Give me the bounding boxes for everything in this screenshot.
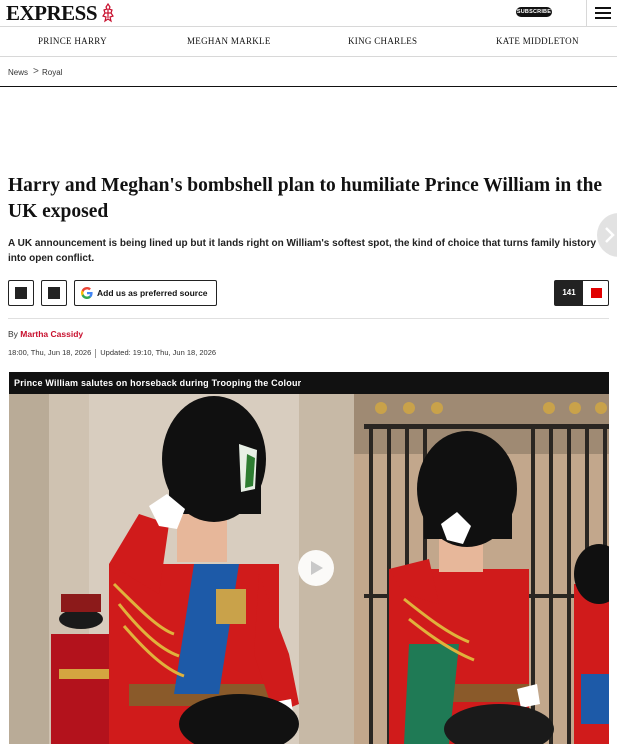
google-preferred-source-button[interactable]: Add us as preferred source (74, 280, 217, 306)
nav-item-prince-harry[interactable]: PRINCE HARRY (38, 36, 107, 46)
share-icon (48, 287, 60, 299)
nav-item-king-charles[interactable]: KING CHARLES (348, 36, 417, 46)
updated-time: Updated: 19:10, Thu, Jun 18, 2026 (100, 348, 217, 357)
date-separator (95, 348, 97, 358)
google-icon (81, 287, 93, 299)
play-icon (311, 561, 323, 575)
article-actions: Add us as preferred source 141 (0, 280, 617, 307)
chevron-right-icon (605, 227, 615, 243)
article-dates: 18:00, Thu, Jun 18, 2026 Updated: 19:10, … (8, 348, 216, 358)
breadcrumb: News > Royal (0, 57, 617, 87)
crusader-crest-icon (102, 3, 114, 23)
menu-divider (586, 0, 587, 27)
author-link[interactable]: Martha Cassidy (20, 329, 83, 339)
article-standfirst: A UK announcement is being lined up but … (8, 238, 597, 264)
published-time: 18:00, Thu, Jun 18, 2026 (8, 348, 92, 357)
hamburger-icon[interactable] (595, 7, 611, 19)
article-headline: Harry and Meghan's bombshell plan to hum… (8, 175, 603, 222)
breadcrumb-royal[interactable]: Royal (42, 68, 62, 77)
breadcrumb-news[interactable]: News (8, 68, 28, 77)
google-button-label: Add us as preferred source (97, 288, 208, 298)
share-icon (15, 287, 27, 299)
nav-item-kate-middleton[interactable]: KATE MIDDLETON (496, 36, 579, 46)
comments-button[interactable]: 141 (554, 280, 609, 306)
divider (8, 318, 609, 319)
topic-nav: PRINCE HARRY MEGHAN MARKLE KING CHARLES … (0, 27, 617, 57)
video-caption: Prince William salutes on horseback duri… (9, 372, 609, 394)
comment-count: 141 (555, 281, 583, 305)
play-button[interactable] (298, 550, 334, 586)
top-bar: EXPRESS SUBSCRIBE (0, 0, 617, 27)
logo-text: EXPRESS (6, 0, 98, 25)
byline-prefix: By (8, 329, 18, 339)
breadcrumb-separator: > (33, 66, 39, 77)
nav-item-meghan-markle[interactable]: MEGHAN MARKLE (187, 36, 271, 46)
byline: By Martha Cassidy (8, 329, 83, 339)
share-button-1[interactable] (8, 280, 34, 306)
share-button-2[interactable] (41, 280, 67, 306)
comment-icon (591, 288, 602, 298)
express-logo[interactable]: EXPRESS (6, 0, 116, 25)
subscribe-button[interactable]: SUBSCRIBE (516, 7, 552, 17)
video-player[interactable]: Prince William salutes on horseback duri… (9, 372, 609, 744)
